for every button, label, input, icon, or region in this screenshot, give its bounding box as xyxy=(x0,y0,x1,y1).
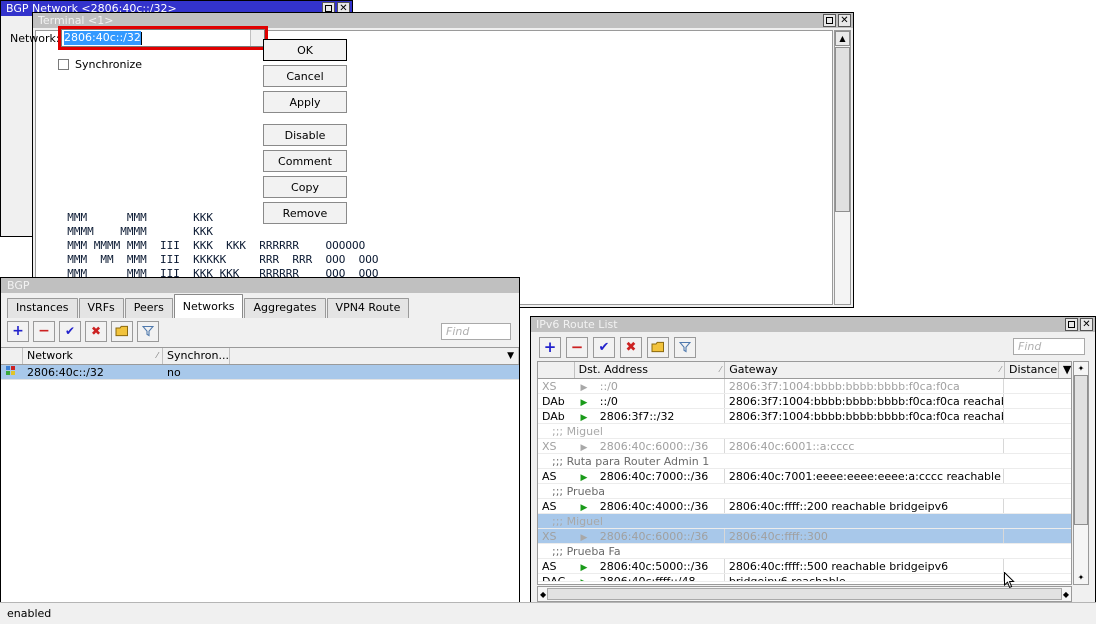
synchronize-checkbox-row[interactable]: Synchronize xyxy=(58,58,142,71)
dialog-status: enabled xyxy=(0,602,1096,624)
network-input-value: 2806:40c::/32 xyxy=(64,31,141,45)
dialog-body: Network: 2806:40c::/32 Synchronize OK Ca… xyxy=(0,16,1096,624)
dialog-buttons: OK Cancel Apply Disable Comment Copy Rem… xyxy=(263,39,347,228)
synchronize-label: Synchronize xyxy=(75,58,142,71)
desktop: Terminal <1> ✕ MMM MMM KKK MMMM MMMM KKK… xyxy=(0,0,1096,624)
network-input[interactable]: 2806:40c::/32 xyxy=(61,29,265,47)
cancel-button[interactable]: Cancel xyxy=(263,65,347,87)
network-label: Network: xyxy=(10,32,60,45)
network-input-highlight: 2806:40c::/32 xyxy=(58,26,268,50)
synchronize-checkbox[interactable] xyxy=(58,59,69,70)
comment-button[interactable]: Comment xyxy=(263,150,347,172)
text-caret xyxy=(141,32,142,45)
disable-button[interactable]: Disable xyxy=(263,124,347,146)
ok-button[interactable]: OK xyxy=(263,39,347,61)
copy-button[interactable]: Copy xyxy=(263,176,347,198)
input-spinner[interactable] xyxy=(250,30,264,46)
bgp-network-dialog: BGP Network <2806:40c::/32> ✕ Network: 2… xyxy=(0,0,353,237)
apply-button[interactable]: Apply xyxy=(263,91,347,113)
remove-button[interactable]: Remove xyxy=(263,202,347,224)
